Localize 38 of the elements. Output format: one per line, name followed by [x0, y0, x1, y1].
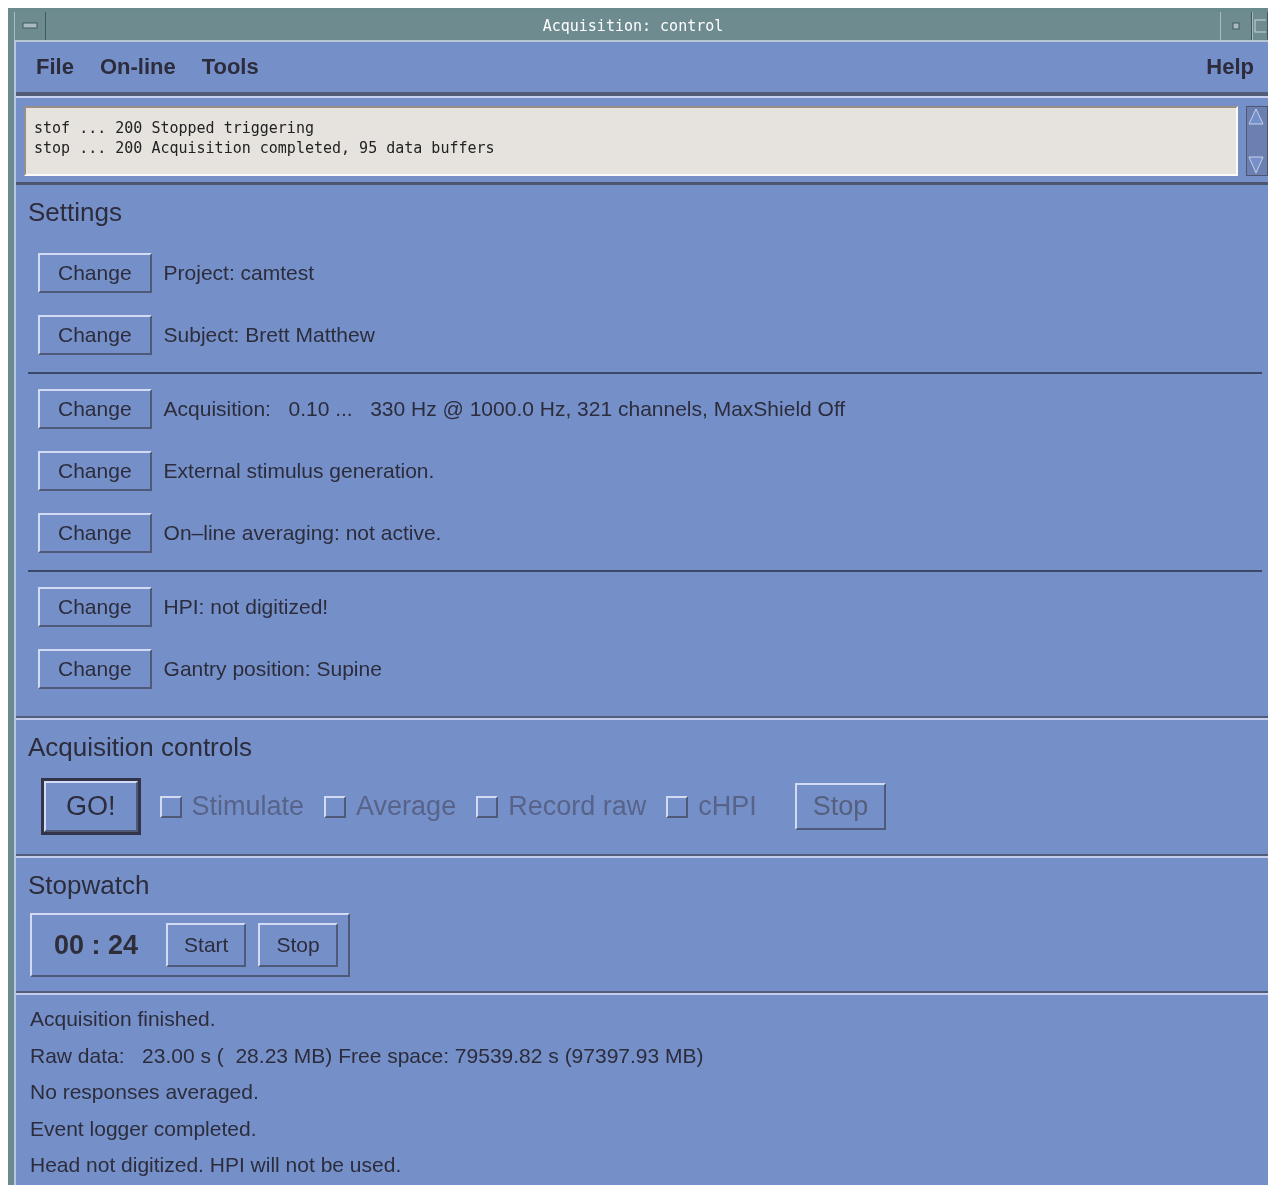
menu-item[interactable]: Tools	[201, 54, 259, 80]
status-message: Head not digitized. HPI will not be used.	[30, 1152, 403, 1178]
change-button[interactable]: Change	[38, 315, 152, 355]
change-button[interactable]: Change	[38, 451, 152, 491]
stopwatch-button[interactable]: Stop	[258, 923, 338, 967]
window-title: Acquisition: control	[541, 16, 725, 37]
up-arrow-icon[interactable]	[1247, 107, 1265, 127]
section-title: Stopwatch	[28, 870, 151, 901]
status-message: No responses averaged.	[30, 1079, 260, 1105]
status-message: Acquisition finished.	[30, 1006, 217, 1032]
window-menu-icon[interactable]	[22, 22, 38, 30]
section-title: Settings	[28, 197, 123, 228]
change-button[interactable]: Change	[38, 389, 152, 429]
setting-text: External stimulus generation.	[163, 459, 435, 483]
menu-item[interactable]: File	[36, 54, 74, 80]
log-line: stop ... 200 Acquisition completed, 95 data buffers	[34, 138, 496, 158]
menu-item[interactable]: On-line	[99, 54, 176, 80]
elapsed-time: 00 : 24	[54, 929, 139, 961]
setting-text: On–line averaging: not active.	[163, 521, 442, 545]
status-message: Raw data: 23.00 s ( 28.23 MB) Free space: 79539.82 s (97397.93 MB)	[30, 1042, 705, 1069]
setting-text: Subject: Brett Matthew	[163, 323, 375, 347]
menu-item[interactable]: Help	[1206, 54, 1254, 80]
go-button[interactable]: GO!	[44, 781, 138, 832]
section-title: Acquisition controls	[28, 732, 253, 763]
setting-text: Acquisition: 0.10 ... 330 Hz @ 1000.0 Hz, 321 channels, MaxShield Off	[163, 397, 846, 421]
setting-text: Gantry position: Supine	[163, 657, 382, 681]
log-line: stof ... 200 Stopped triggering	[34, 118, 315, 138]
change-button[interactable]: Change	[38, 649, 152, 689]
setting-text: HPI: not digitized!	[163, 595, 329, 619]
stopwatch-button[interactable]: Start	[166, 923, 247, 967]
change-button[interactable]: Change	[38, 253, 152, 293]
change-button[interactable]: Change	[38, 587, 152, 627]
change-button[interactable]: Change	[38, 513, 152, 553]
maximize-icon[interactable]	[1254, 19, 1266, 33]
scrollbar[interactable]	[1246, 106, 1268, 176]
minimize-icon[interactable]	[1232, 22, 1240, 30]
status-message: Event logger completed.	[30, 1115, 258, 1142]
setting-text: Project: camtest	[163, 261, 315, 285]
